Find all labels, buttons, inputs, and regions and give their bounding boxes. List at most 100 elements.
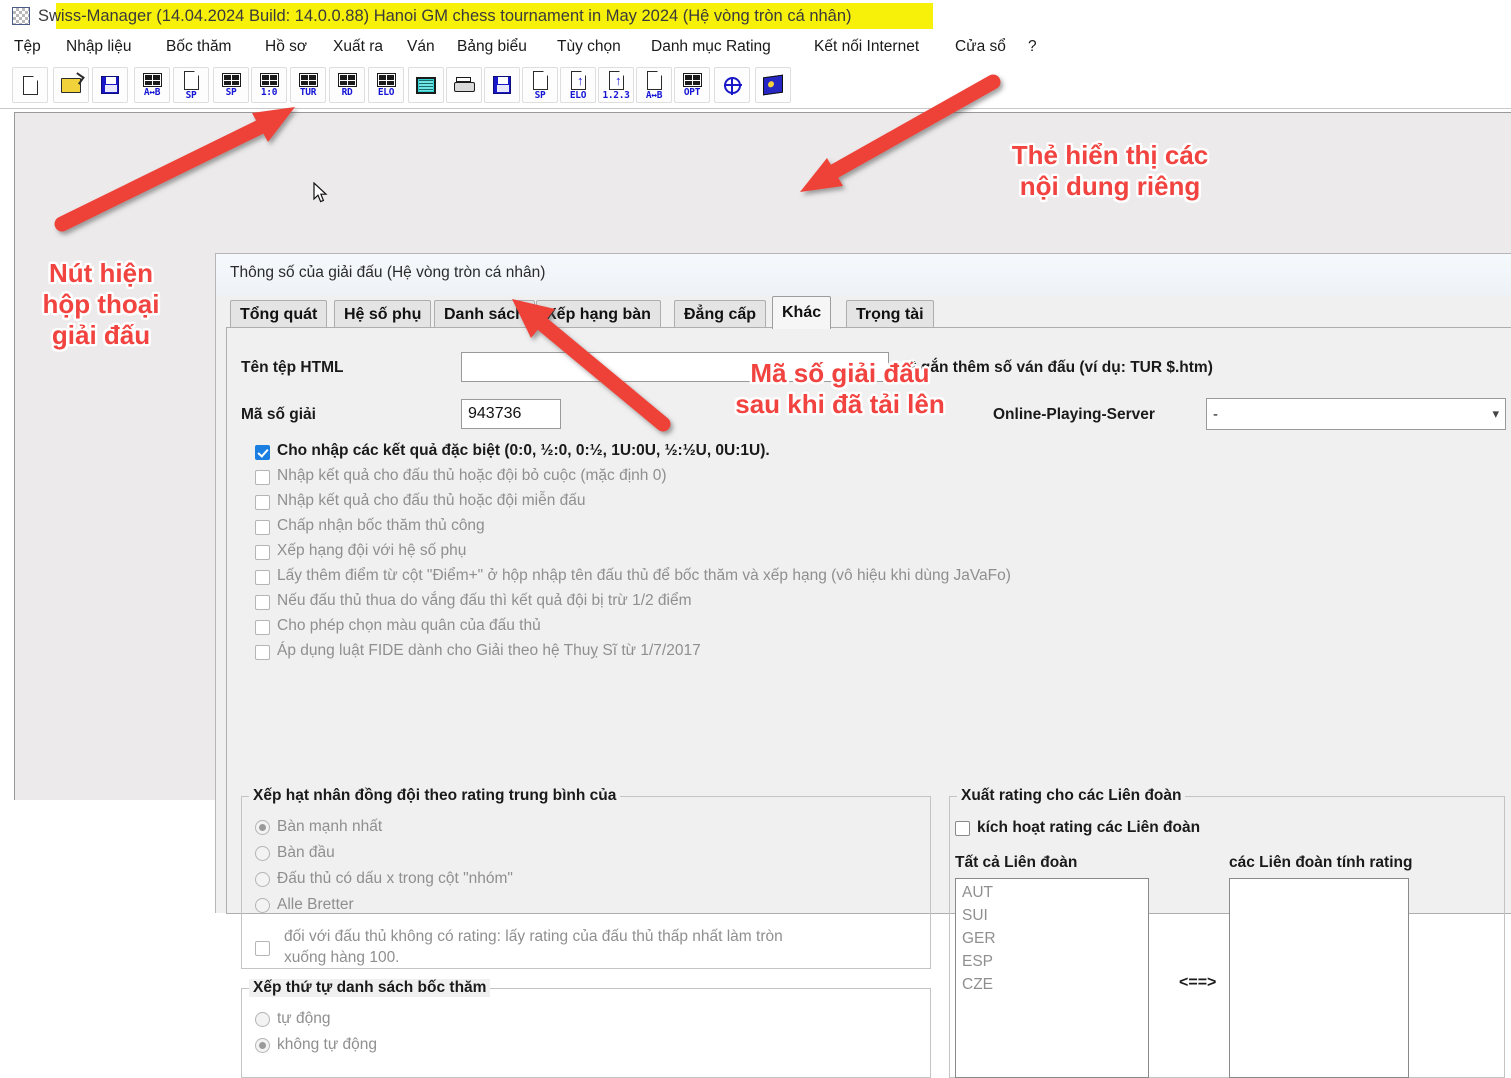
option-checkbox-1[interactable]	[255, 470, 270, 485]
menu-item-5[interactable]: Ván	[407, 33, 435, 61]
tournament-code-input[interactable]	[461, 399, 561, 429]
tab-0[interactable]: Tổng quát	[230, 300, 328, 328]
option-checkbox-row-0[interactable]: Cho nhập các kết quả đặc biệt (0:0, ½:0,…	[255, 442, 770, 460]
toolbar: A↔B SP SP 1:0 TUR RD ELO SP ↑ ELO ↑ 1.2.3 A↔B OPT	[0, 62, 1511, 109]
seeding-radio-row-2[interactable]: Đấu thủ có dấu x trong cột "nhóm"	[255, 870, 513, 888]
option-checkbox-row-3[interactable]: Chấp nhận bốc thăm thủ công	[255, 517, 485, 535]
option-checkbox-3[interactable]	[255, 520, 270, 535]
seeding-radio-row-0[interactable]: Bàn mạnh nhất	[255, 818, 382, 836]
grid-icon	[259, 73, 279, 87]
option-checkbox-row-2[interactable]: Nhập kết quả cho đấu thủ hoặc đội miễn đ…	[255, 492, 586, 510]
option-checkbox-2[interactable]	[255, 495, 270, 510]
draw-order-radio-0[interactable]	[255, 1011, 270, 1027]
no-rating-round-checkbox-row[interactable]: đối với đấu thủ không có rating: lấy rat…	[255, 926, 783, 968]
all-federations-header: Tất cả Liên đoàn	[955, 854, 1078, 871]
draw-order-radio-row-0[interactable]: tự động	[255, 1010, 330, 1028]
seeding-radio-1[interactable]	[255, 845, 270, 861]
federation-list-item[interactable]: AUT	[962, 881, 1148, 904]
options-button[interactable]: OPT	[674, 67, 710, 103]
tab-3[interactable]: Xếp hạng bàn	[536, 300, 661, 328]
enable-federation-rating-label: kích hoạt rating các Liên đoàn	[977, 819, 1201, 836]
draw-order-radio-row-1[interactable]: không tự động	[255, 1036, 377, 1054]
menu-item-6[interactable]: Bảng biểu	[457, 33, 527, 61]
round-button[interactable]: RD	[329, 67, 365, 103]
federation-list-item[interactable]: SUI	[962, 904, 1148, 927]
seeding-radio-0[interactable]	[255, 819, 270, 835]
tab-6[interactable]: Trọng tài	[846, 300, 934, 328]
grid-icon	[298, 73, 318, 87]
option-checkbox-row-5[interactable]: Lấy thêm điểm từ cột "Điểm+" ở hộp nhập …	[255, 567, 1011, 585]
no-rating-round-checkbox[interactable]	[255, 941, 270, 956]
tab-4[interactable]: Đẳng cấp	[674, 300, 767, 328]
menu-item-11[interactable]: ?	[1028, 33, 1037, 61]
swap-federations-button[interactable]: <==>	[1179, 974, 1216, 992]
new-sp-button[interactable]: SP	[173, 67, 209, 103]
menu-item-10[interactable]: Cửa sổ	[955, 33, 1006, 61]
option-checkbox-7[interactable]	[255, 620, 270, 635]
new-file-button[interactable]	[12, 67, 48, 103]
export-sp-button[interactable]: SP	[522, 67, 558, 103]
tournament-button[interactable]: TUR	[290, 67, 326, 103]
results-button[interactable]: 1:0	[251, 67, 287, 103]
no-rating-round-label-line1: đối với đấu thủ không có rating: lấy rat…	[284, 928, 783, 945]
option-checkbox-label-4: Xếp hạng đội với hệ số phụ	[277, 542, 467, 559]
window-title: Swiss-Manager (14.04.2024 Build: 14.0.0.…	[38, 7, 852, 25]
preview-button[interactable]	[408, 67, 444, 103]
draw-order-groupbox	[241, 988, 931, 1078]
option-checkbox-8[interactable]	[255, 645, 270, 660]
seeding-radio-3[interactable]	[255, 897, 270, 913]
export-elo-button[interactable]: ↑ ELO	[560, 67, 596, 103]
tab-2[interactable]: Danh sách	[434, 300, 535, 328]
menu-item-3[interactable]: Hồ sơ	[265, 33, 307, 61]
menu-item-8[interactable]: Danh mục Rating	[651, 33, 771, 61]
rated-federations-listbox[interactable]	[1229, 878, 1409, 1078]
dialog-header: Thông số của giải đấu (Hệ vòng tròn cá n…	[216, 254, 1511, 296]
blank-page-icon	[183, 70, 199, 90]
all-federations-listbox[interactable]: AUT SUI GER ESP CZE	[955, 878, 1149, 1078]
html-filename-input[interactable]	[461, 352, 889, 382]
option-checkbox-5[interactable]	[255, 570, 270, 585]
tournament-code-label: Mã số giải	[241, 406, 316, 423]
menu-item-9[interactable]: Kết nối Internet	[814, 33, 919, 61]
tab-5[interactable]: Khác	[772, 296, 832, 329]
export-ab-button[interactable]: A↔B	[636, 67, 672, 103]
option-checkbox-0[interactable]	[255, 445, 270, 460]
rated-federations-header: các Liên đoàn tính rating	[1229, 854, 1413, 871]
option-checkbox-6[interactable]	[255, 595, 270, 610]
save-as-button[interactable]	[484, 67, 520, 103]
menu-item-4[interactable]: Xuất ra	[333, 33, 383, 61]
seeding-radio-row-3[interactable]: Alle Bretter	[255, 896, 354, 914]
menu-item-1[interactable]: Nhập liệu	[66, 33, 132, 61]
online-server-select[interactable]: - ▾	[1206, 398, 1506, 430]
option-checkbox-row-7[interactable]: Cho phép chọn màu quân của đấu thủ	[255, 617, 541, 635]
seeding-radio-2[interactable]	[255, 871, 270, 887]
elo-button[interactable]: ELO	[368, 67, 404, 103]
federation-list-item[interactable]: ESP	[962, 950, 1148, 973]
federation-list-item[interactable]: GER	[962, 927, 1148, 950]
enable-federation-rating-row[interactable]: kích hoạt rating các Liên đoàn	[955, 819, 1200, 837]
option-checkbox-row-4[interactable]: Xếp hạng đội với hệ số phụ	[255, 542, 466, 560]
menu-item-0[interactable]: Tệp	[14, 33, 41, 61]
federation-list-item[interactable]: CZE	[962, 973, 1148, 996]
seeding-radio-label-2: Đấu thủ có dấu x trong cột "nhóm"	[277, 870, 513, 887]
toolbar-button-caption: 1.2.3	[602, 89, 630, 101]
option-checkbox-4[interactable]	[255, 545, 270, 560]
option-checkbox-row-8[interactable]: Áp dụng luật FIDE dành cho Giải theo hệ …	[255, 642, 701, 660]
help-book-button[interactable]	[755, 67, 791, 103]
open-file-button[interactable]	[53, 67, 89, 103]
toolbar-button-caption: RD	[341, 87, 353, 98]
players-ab-button[interactable]: A↔B	[134, 67, 170, 103]
menu-item-7[interactable]: Tùy chọn	[557, 33, 621, 61]
option-checkbox-row-6[interactable]: Nếu đấu thủ thua do vắng đấu thì kết quả…	[255, 592, 692, 610]
internet-button[interactable]	[714, 67, 750, 103]
option-checkbox-row-1[interactable]: Nhập kết quả cho đấu thủ hoặc đội bỏ cuộ…	[255, 467, 666, 485]
enable-federation-rating-checkbox[interactable]	[955, 820, 970, 836]
save-file-button[interactable]	[92, 67, 128, 103]
tab-1[interactable]: Hệ số phụ	[334, 300, 432, 328]
print-button[interactable]	[446, 67, 482, 103]
list-sp-button[interactable]: SP	[213, 67, 249, 103]
menu-item-2[interactable]: Bốc thăm	[166, 33, 231, 61]
seeding-radio-row-1[interactable]: Bàn đầu	[255, 844, 335, 862]
export-123-button[interactable]: ↑ 1.2.3	[598, 67, 634, 103]
draw-order-radio-1[interactable]	[255, 1037, 270, 1053]
